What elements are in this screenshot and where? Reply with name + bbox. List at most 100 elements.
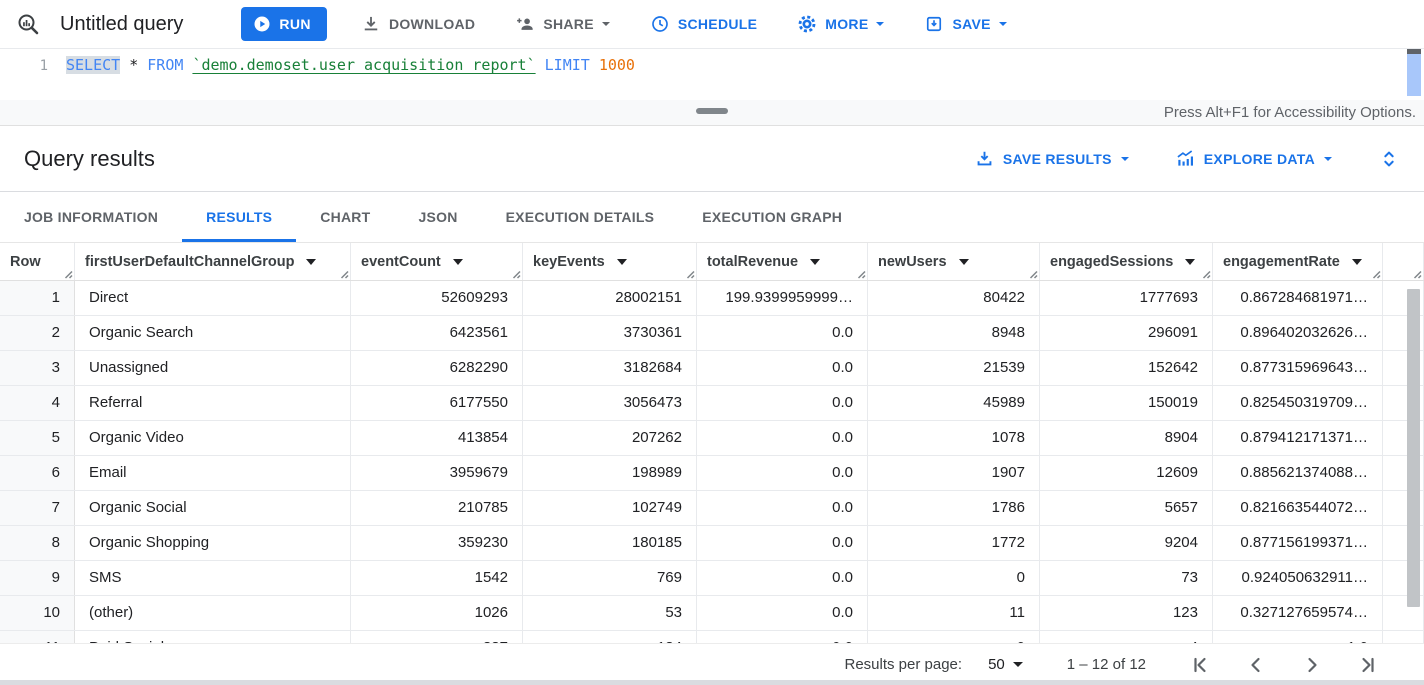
row-number-cell: 2 — [0, 316, 75, 350]
table-cell: 0.0 — [697, 386, 868, 420]
table-cell: 1786 — [868, 491, 1040, 525]
table-cell: 102749 — [523, 491, 697, 525]
sql-code-line[interactable]: SELECT * FROM `demo.demoset.user_acquisi… — [66, 56, 635, 100]
column-header-eventCount[interactable]: eventCount — [351, 243, 523, 280]
download-icon — [361, 14, 381, 34]
table-cell: 3730361 — [523, 316, 697, 350]
table-cell: 0.877315969643… — [1213, 351, 1383, 385]
sql-table-reference[interactable]: `demo.demoset.user_acquisition_report` — [192, 56, 535, 74]
table-cell: 0.0 — [697, 491, 868, 525]
table-cell: 3959679 — [351, 456, 523, 490]
results-per-page-label: Results per page: — [845, 656, 963, 673]
table-cell: 1907 — [868, 456, 1040, 490]
next-page-button[interactable] — [1300, 653, 1324, 677]
tab-results[interactable]: RESULTS — [182, 192, 296, 242]
column-header-engagementRate[interactable]: engagementRate — [1213, 243, 1383, 280]
editor-scrollbar[interactable] — [1407, 49, 1421, 100]
column-menu-icon[interactable] — [959, 259, 969, 265]
column-resize-handle[interactable] — [856, 269, 866, 279]
share-button[interactable]: SHARE — [509, 8, 616, 40]
table-cell: 296091 — [1040, 316, 1213, 350]
explore-data-button[interactable]: EXPLORE DATA — [1175, 149, 1332, 169]
sql-editor[interactable]: 1 SELECT * FROM `demo.demoset.user_acqui… — [0, 48, 1424, 100]
column-resize-handle[interactable] — [1028, 269, 1038, 279]
pagination-bar: Results per page: 50 1 – 12 of 12 — [0, 643, 1424, 685]
query-results-title: Query results — [24, 146, 155, 172]
column-menu-icon[interactable] — [306, 259, 316, 265]
save-results-button[interactable]: SAVE RESULTS — [975, 149, 1129, 168]
table-cell: 45989 — [868, 386, 1040, 420]
horizontal-scrollbar[interactable] — [0, 680, 1424, 685]
column-resize-handle[interactable] — [1412, 269, 1422, 279]
table-row: 1Direct5260929328002151199.9399959999…80… — [0, 281, 1424, 316]
column-resize-handle[interactable] — [1371, 269, 1381, 279]
table-scrollbar-thumb[interactable] — [1407, 289, 1420, 607]
more-button[interactable]: MORE — [791, 8, 890, 40]
table-cell: 5657 — [1040, 491, 1213, 525]
table-cell: 80422 — [868, 281, 1040, 315]
schedule-button[interactable]: SCHEDULE — [644, 8, 763, 40]
previous-page-button[interactable] — [1244, 653, 1268, 677]
table-row: 4Referral617755030564730.0459891500190.8… — [0, 386, 1424, 421]
first-page-button[interactable] — [1188, 653, 1212, 677]
expand-collapse-results-button[interactable] — [1378, 148, 1400, 170]
sql-keyword-limit: LIMIT — [536, 56, 599, 74]
table-cell: 337 — [351, 631, 523, 643]
table-cell: Email — [75, 456, 351, 490]
run-button[interactable]: RUN — [241, 7, 327, 41]
table-cell: Unassigned — [75, 351, 351, 385]
column-header-engagedSessions[interactable]: engagedSessions — [1040, 243, 1213, 280]
table-cell: 1772 — [868, 526, 1040, 560]
column-menu-icon[interactable] — [617, 259, 627, 265]
table-cell: 413854 — [351, 421, 523, 455]
first-page-icon — [1188, 653, 1212, 677]
tab-execution-details[interactable]: EXECUTION DETAILS — [482, 192, 679, 242]
column-header-Row[interactable]: Row — [0, 243, 75, 280]
row-number-cell: 5 — [0, 421, 75, 455]
tab-json[interactable]: JSON — [394, 192, 481, 242]
download-button[interactable]: DOWNLOAD — [355, 8, 481, 40]
column-header-filler — [1383, 243, 1424, 280]
page-size-select[interactable]: 50 — [988, 656, 1023, 673]
column-menu-icon[interactable] — [810, 259, 820, 265]
table-cell: 0.0 — [697, 351, 868, 385]
last-page-button[interactable] — [1356, 653, 1380, 677]
table-cell: 53 — [523, 596, 697, 630]
row-number-cell: 3 — [0, 351, 75, 385]
table-cell: 0.0 — [697, 631, 868, 643]
editor-scrollbar-thumb[interactable] — [1407, 54, 1421, 96]
save-button[interactable]: SAVE — [918, 8, 1012, 40]
table-header-row: RowfirstUserDefaultChannelGroup eventCoun… — [0, 243, 1424, 281]
table-cell: 0.0 — [697, 561, 868, 595]
column-resize-handle[interactable] — [1201, 269, 1211, 279]
table-cell: 6177550 — [351, 386, 523, 420]
column-header-newUsers[interactable]: newUsers — [868, 243, 1040, 280]
column-menu-icon[interactable] — [453, 259, 463, 265]
table-cell: 1777693 — [1040, 281, 1213, 315]
column-label: eventCount — [361, 254, 441, 270]
query-title[interactable]: Untitled query — [60, 13, 183, 36]
column-resize-handle[interactable] — [511, 269, 521, 279]
tab-chart[interactable]: CHART — [296, 192, 394, 242]
unfold-more-icon — [1378, 148, 1400, 170]
column-resize-handle[interactable] — [63, 269, 73, 279]
column-menu-icon[interactable] — [1352, 259, 1362, 265]
table-cell: 152642 — [1040, 351, 1213, 385]
table-cell: 8948 — [868, 316, 1040, 350]
table-cell: 0.885621374088… — [1213, 456, 1383, 490]
column-header-firstUserDefaultChannelGroup[interactable]: firstUserDefaultChannelGroup — [75, 243, 351, 280]
table-cell: 1078 — [868, 421, 1040, 455]
column-header-keyEvents[interactable]: keyEvents — [523, 243, 697, 280]
column-menu-icon[interactable] — [1185, 259, 1195, 265]
table-cell: Organic Social — [75, 491, 351, 525]
row-number-cell: 10 — [0, 596, 75, 630]
table-cell: 3182684 — [523, 351, 697, 385]
splitter-drag-handle[interactable] — [696, 108, 728, 114]
tab-execution-graph[interactable]: EXECUTION GRAPH — [678, 192, 866, 242]
row-number-cell: 7 — [0, 491, 75, 525]
column-resize-handle[interactable] — [339, 269, 349, 279]
column-resize-handle[interactable] — [685, 269, 695, 279]
tab-job-information[interactable]: JOB INFORMATION — [0, 192, 182, 242]
table-cell: 8904 — [1040, 421, 1213, 455]
column-header-totalRevenue[interactable]: totalRevenue — [697, 243, 868, 280]
